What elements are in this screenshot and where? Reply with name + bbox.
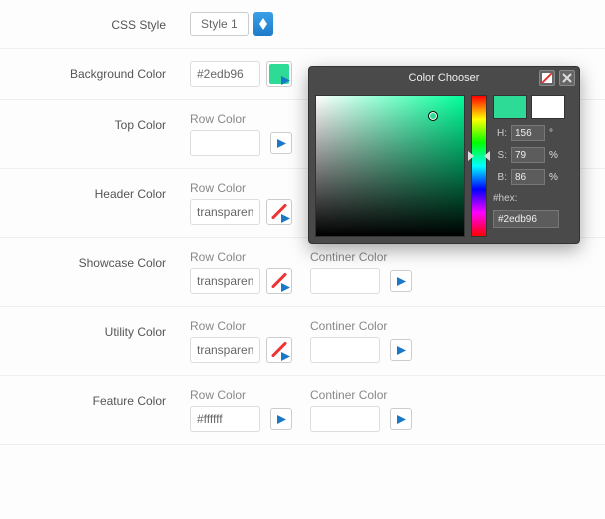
utility-row-color-input[interactable] [190, 337, 260, 363]
color-chooser-title: Color Chooser [409, 72, 480, 84]
play-icon [277, 415, 286, 424]
showcase-row-color-input[interactable] [190, 268, 260, 294]
sv-cursor-icon [428, 111, 438, 121]
feature-row-color-label: Row Color [190, 388, 292, 402]
label-showcase-color: Showcase Color [0, 250, 190, 270]
play-icon [397, 346, 406, 355]
utility-container-color-input[interactable] [310, 337, 380, 363]
close-icon [562, 73, 572, 83]
feature-container-color-swatch-button[interactable] [390, 408, 412, 430]
hex-input[interactable] [493, 210, 559, 228]
play-icon [397, 277, 406, 286]
row-utility-color: Utility Color Row Color Continer Color [0, 307, 605, 376]
play-icon [281, 76, 290, 85]
background-color-input[interactable] [190, 61, 260, 87]
css-style-value: Style 1 [190, 12, 249, 36]
label-header-color: Header Color [0, 181, 190, 201]
hue-cursor-icon [468, 151, 474, 161]
top-row-color-label: Row Color [190, 112, 292, 126]
play-icon [281, 214, 290, 223]
background-color-swatch-button[interactable] [266, 61, 292, 87]
play-icon [397, 415, 406, 424]
hue-cursor-icon [484, 151, 490, 161]
label-css-style: CSS Style [0, 12, 190, 32]
showcase-container-color-label: Continer Color [310, 250, 412, 264]
color-chooser-none-button[interactable] [539, 70, 555, 86]
row-showcase-color: Showcase Color Row Color Continer Color [0, 238, 605, 307]
b-label: B: [493, 172, 507, 183]
b-unit: % [549, 172, 558, 183]
utility-row-color-label: Row Color [190, 319, 292, 333]
utility-container-color-label: Continer Color [310, 319, 412, 333]
feature-row-color-input[interactable] [190, 406, 260, 432]
h-unit: ° [549, 128, 553, 139]
play-icon [281, 283, 290, 292]
play-icon [281, 352, 290, 361]
feature-container-color-input[interactable] [310, 406, 380, 432]
showcase-row-color-swatch-button[interactable] [266, 268, 292, 294]
play-icon [277, 139, 286, 148]
color-chooser-close-button[interactable] [559, 70, 575, 86]
row-feature-color: Feature Color Row Color Continer Color [0, 376, 605, 445]
label-feature-color: Feature Color [0, 388, 190, 408]
label-background-color: Background Color [0, 61, 190, 81]
old-color-swatch [531, 95, 565, 119]
showcase-container-color-swatch-button[interactable] [390, 270, 412, 292]
none-icon [542, 73, 552, 83]
s-label: S: [493, 150, 507, 161]
utility-row-color-swatch-button[interactable] [266, 337, 292, 363]
color-chooser-popover: Color Chooser [308, 66, 580, 244]
label-top-color: Top Color [0, 112, 190, 132]
header-row-color-label: Row Color [190, 181, 292, 195]
new-color-swatch [493, 95, 527, 119]
css-style-select[interactable]: Style 1 [190, 12, 273, 36]
h-label: H: [493, 128, 507, 139]
color-compare [493, 95, 573, 119]
row-css-style: CSS Style Style 1 [0, 0, 605, 49]
s-input[interactable] [511, 147, 545, 163]
select-arrows-icon [253, 12, 273, 36]
hue-slider[interactable] [471, 95, 487, 237]
color-chooser-titlebar[interactable]: Color Chooser [309, 67, 579, 89]
header-row-color-swatch-button[interactable] [266, 199, 292, 225]
feature-row-color-swatch-button[interactable] [270, 408, 292, 430]
utility-container-color-swatch-button[interactable] [390, 339, 412, 361]
s-unit: % [549, 150, 558, 161]
label-utility-color: Utility Color [0, 319, 190, 339]
showcase-row-color-label: Row Color [190, 250, 292, 264]
header-row-color-input[interactable] [190, 199, 260, 225]
showcase-container-color-input[interactable] [310, 268, 380, 294]
feature-container-color-label: Continer Color [310, 388, 412, 402]
sv-picker-area[interactable] [315, 95, 465, 237]
b-input[interactable] [511, 169, 545, 185]
top-row-color-input[interactable] [190, 130, 260, 156]
h-input[interactable] [511, 125, 545, 141]
top-row-color-swatch-button[interactable] [270, 132, 292, 154]
hex-label: #hex: [493, 193, 573, 204]
